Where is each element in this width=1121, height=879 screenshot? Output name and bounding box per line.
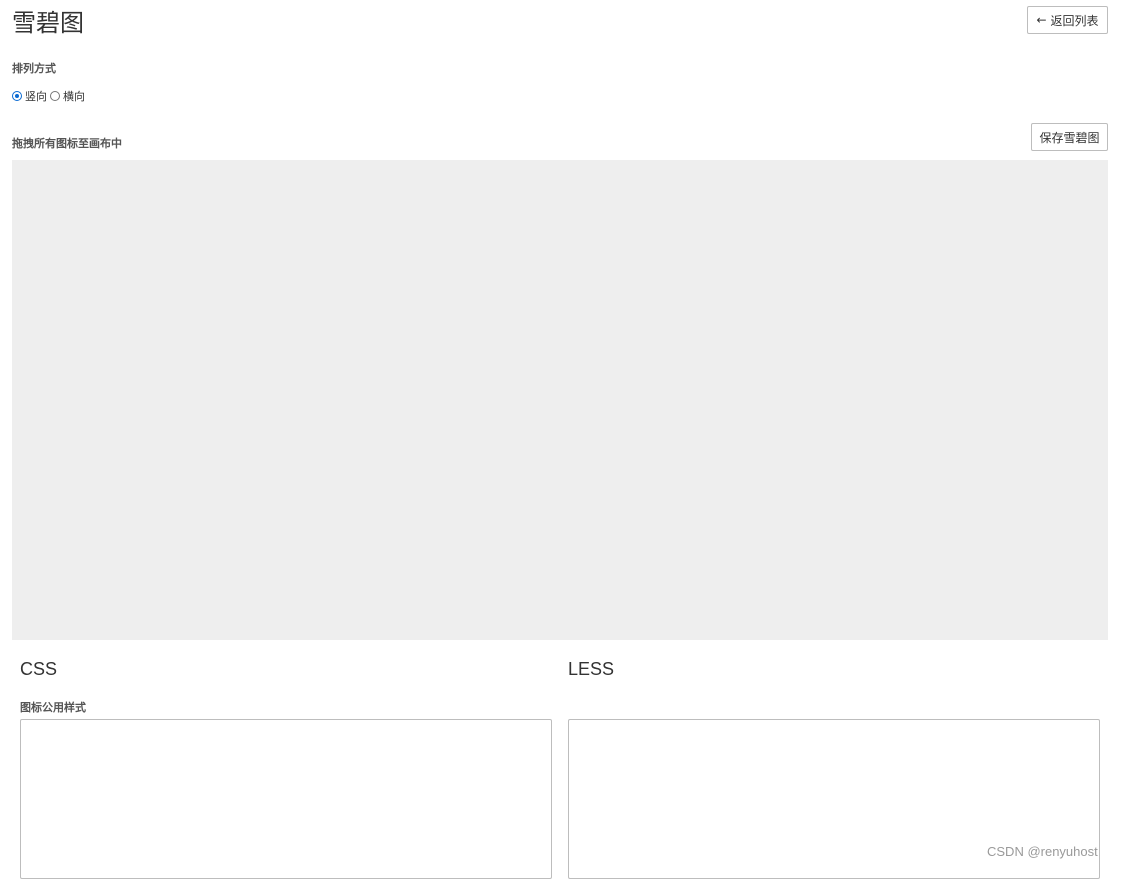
watermark: CSDN @renyuhost [987,844,1098,859]
back-to-list-label: 返回列表 [1050,13,1099,28]
radio-horizontal[interactable] [50,91,60,101]
radio-vertical-label[interactable]: 竖向 [25,88,47,104]
radio-vertical[interactable] [12,91,22,101]
sort-label: 排列方式 [12,62,56,75]
common-style-label: 图标公用样式 [20,701,86,714]
css-output-textarea[interactable] [20,719,552,879]
arrow-left-icon: ← [1036,13,1047,27]
sprite-canvas[interactable] [12,160,1108,640]
radio-horizontal-label[interactable]: 横向 [63,88,85,104]
canvas-label: 拖拽所有图标至画布中 [12,137,122,150]
back-to-list-button[interactable]: ← 返回列表 [1027,6,1108,34]
sort-radio-group: 竖向 横向 [12,88,88,104]
less-section-title: LESS [568,659,615,679]
save-sprite-button[interactable]: 保存雪碧图 [1031,123,1108,151]
page-title: 雪碧图 [12,9,84,37]
css-section-title: CSS [20,659,58,679]
